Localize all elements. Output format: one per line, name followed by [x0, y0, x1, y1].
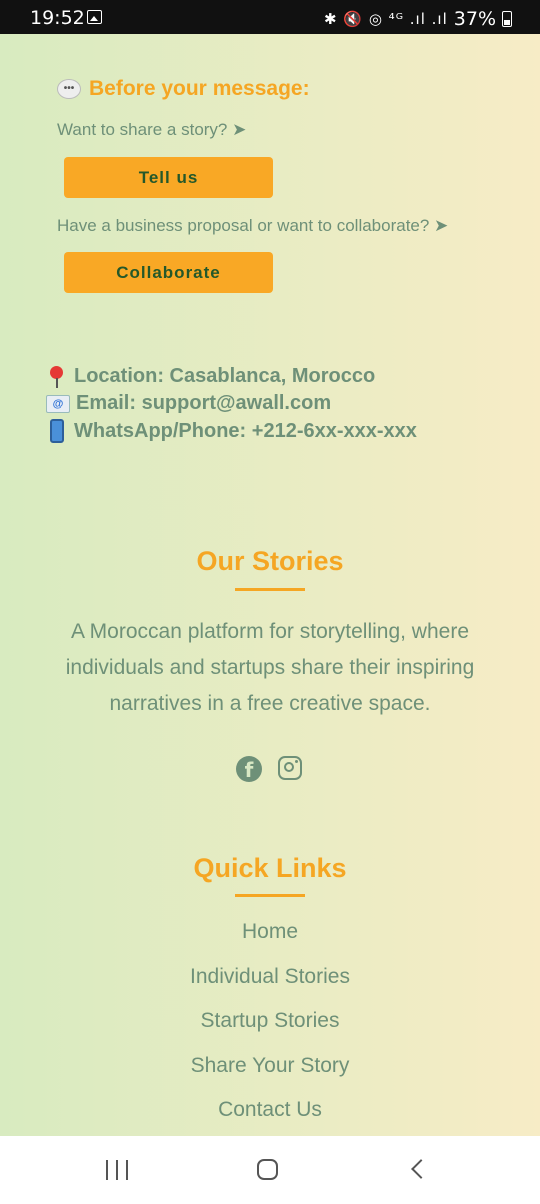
- our-stories-underline: [235, 588, 305, 591]
- social-links: f: [236, 756, 302, 782]
- contact-location: Location: Casablanca, Morocco: [46, 365, 375, 388]
- quick-link-home[interactable]: Home: [0, 920, 540, 944]
- gallery-notification-icon: [87, 10, 102, 24]
- story-prompt: Want to share a story? ➤: [57, 120, 247, 139]
- phone-text[interactable]: WhatsApp/Phone: +212-6xx-xxx-xxx: [74, 420, 417, 443]
- page-content: ••• Before your message: Want to share a…: [0, 34, 540, 1136]
- quick-link-share-your-story[interactable]: Share Your Story: [0, 1054, 540, 1078]
- quick-link-startup-stories[interactable]: Startup Stories: [0, 1009, 540, 1033]
- instagram-icon[interactable]: [278, 756, 302, 780]
- speech-bubble-icon: •••: [57, 79, 81, 99]
- location-pin-icon: [46, 365, 68, 388]
- business-prompt: Have a business proposal or want to coll…: [57, 216, 449, 235]
- email-text[interactable]: Email: support@awall.com: [76, 392, 331, 415]
- quick-links-title: Quick Links: [193, 853, 347, 883]
- quick-link-individual-stories[interactable]: Individual Stories: [0, 965, 540, 989]
- quick-links-underline: [235, 894, 305, 897]
- collaborate-button[interactable]: Collaborate: [64, 252, 273, 293]
- status-bar: 19:52 ✱ 🔇 ◎ ⁴ᴳ .ıl .ıl 37%: [0, 0, 540, 34]
- battery-icon: [502, 11, 512, 27]
- tell-us-button[interactable]: Tell us: [64, 157, 273, 198]
- email-icon: @: [46, 394, 70, 413]
- phone-icon: [50, 419, 64, 443]
- our-stories-title: Our Stories: [196, 546, 344, 576]
- android-nav-bar: [0, 1136, 540, 1204]
- home-icon[interactable]: [257, 1159, 278, 1180]
- quick-link-contact-us[interactable]: Contact Us: [0, 1098, 540, 1122]
- status-icons: ✱ 🔇 ◎ ⁴ᴳ .ıl .ıl 37%: [324, 8, 512, 30]
- location-text: Location: Casablanca, Morocco: [74, 365, 376, 387]
- status-indicator-icons: ✱ 🔇 ◎ ⁴ᴳ .ıl .ıl: [324, 10, 448, 28]
- contact-phone: WhatsApp/Phone: +212-6xx-xxx-xxx: [46, 419, 417, 443]
- before-message-title: Before your message:: [89, 77, 310, 100]
- our-stories-description: A Moroccan platform for storytelling, wh…: [65, 620, 475, 715]
- back-icon[interactable]: [411, 1159, 431, 1179]
- facebook-icon[interactable]: f: [236, 756, 262, 782]
- recent-apps-icon[interactable]: [106, 1160, 128, 1180]
- battery-percent: 37%: [453, 8, 496, 30]
- contact-email: @ Email: support@awall.com: [46, 392, 331, 415]
- status-time: 19:52: [30, 7, 85, 29]
- before-message-heading: ••• Before your message:: [57, 77, 310, 101]
